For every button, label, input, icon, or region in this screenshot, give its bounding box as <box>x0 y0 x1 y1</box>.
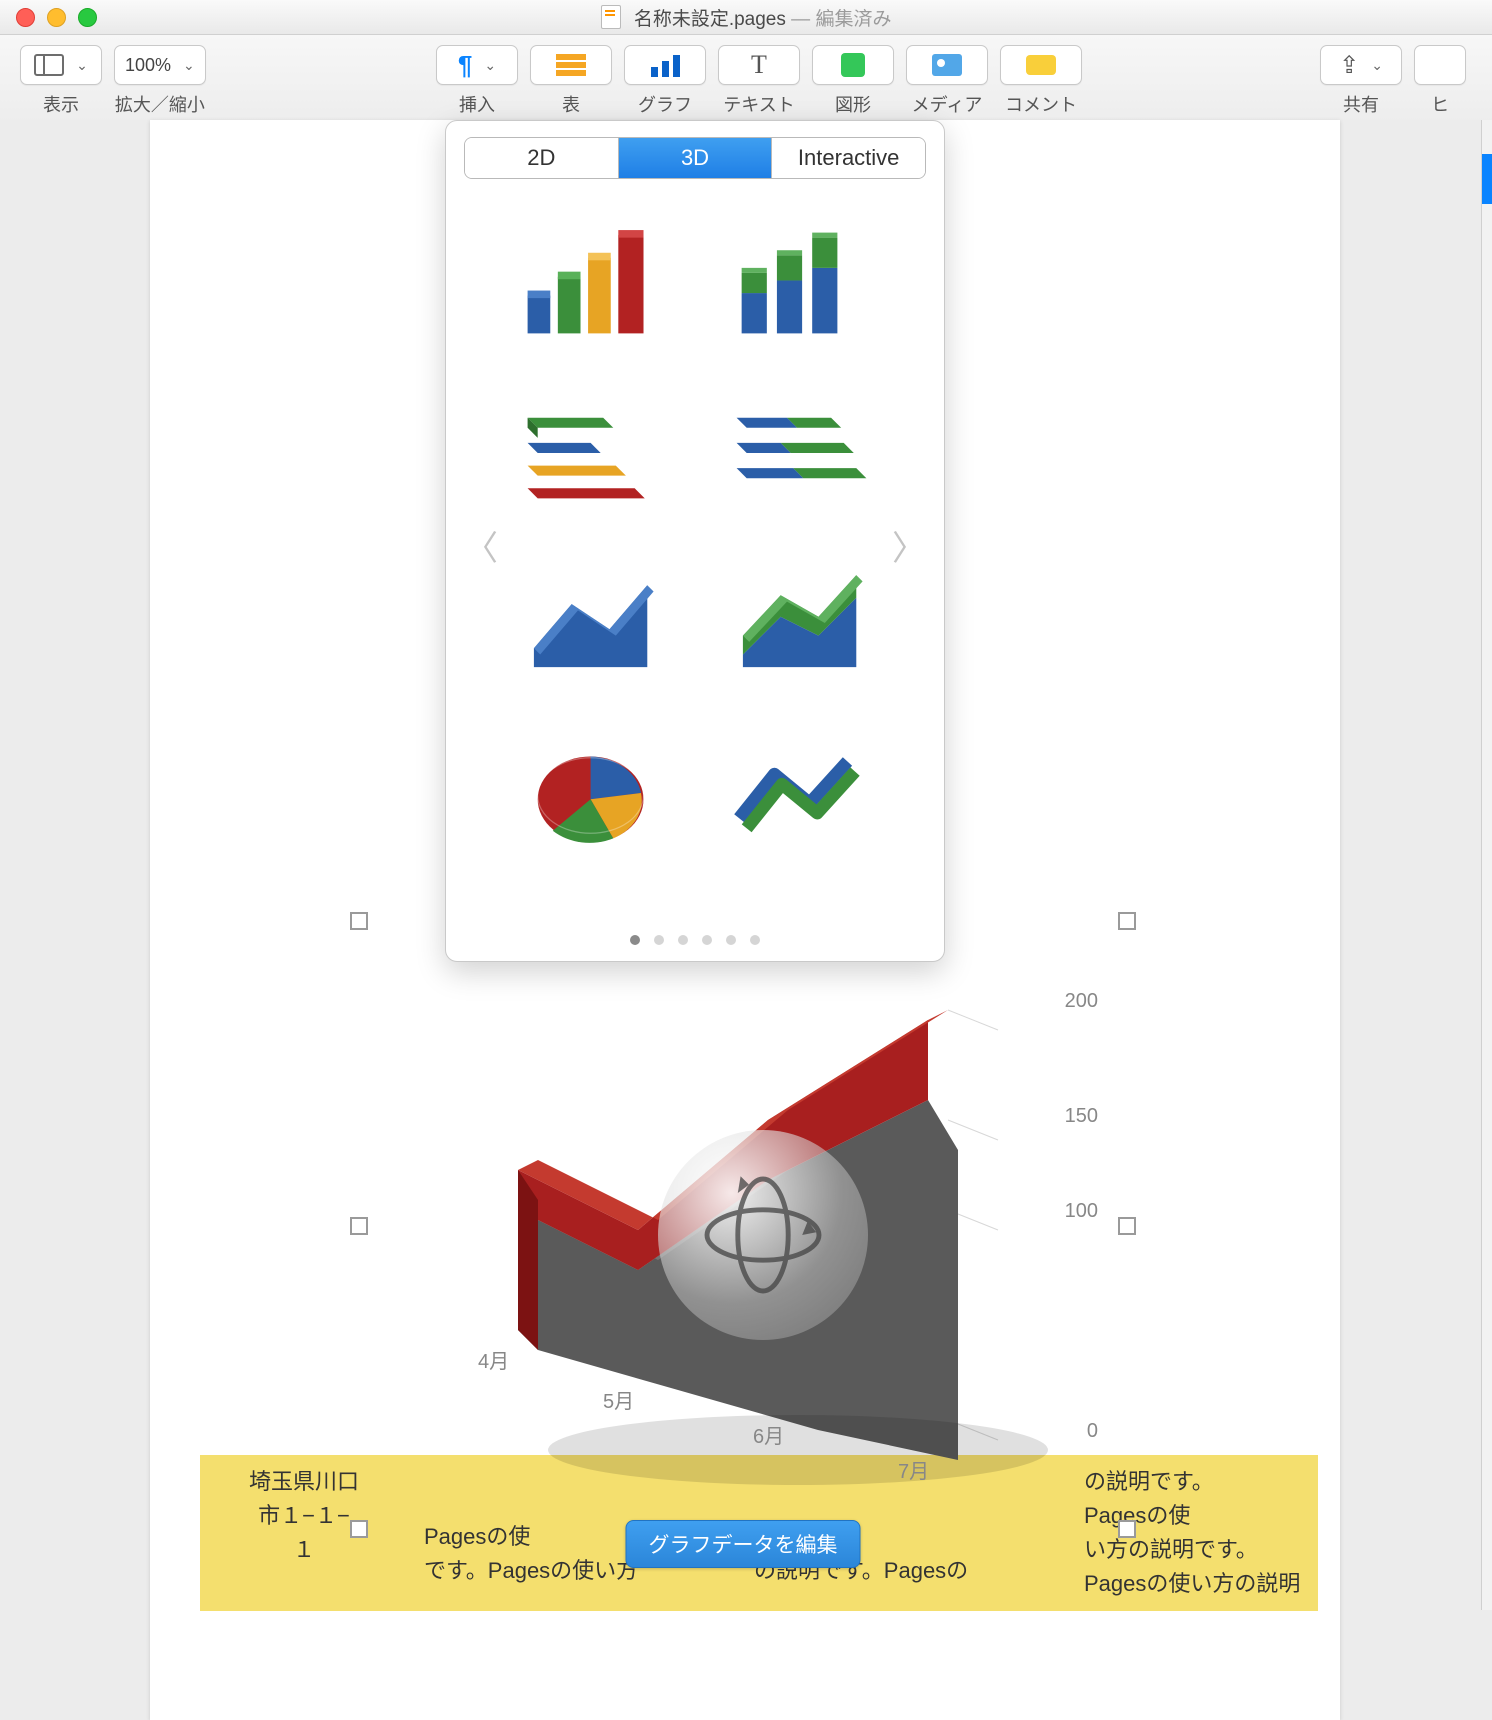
chart-type-3d-hstacked-bar[interactable] <box>705 383 894 523</box>
chart-type-popover: 2D 3D Interactive <box>445 120 945 962</box>
chart-type-3d-pie[interactable] <box>496 723 685 863</box>
body-text: い方の説明です。 <box>1084 1533 1304 1567</box>
chevron-down-icon: ⌄ <box>1371 57 1383 74</box>
chart-label: グラフ <box>638 91 692 117</box>
text-icon: T <box>751 50 767 80</box>
comment-label: コメント <box>1005 91 1077 117</box>
chart-popover-pager <box>446 935 944 945</box>
chevron-down-icon: ⌄ <box>484 57 496 74</box>
shape-button[interactable] <box>812 45 894 85</box>
chevron-down-icon: ⌄ <box>76 57 88 74</box>
x-axis-tick: 4月 <box>478 1345 509 1374</box>
zoom-button[interactable]: 100% ⌄ <box>114 45 206 85</box>
chart-type-3d-stacked-area[interactable] <box>705 553 894 693</box>
inspector-panel-edge[interactable] <box>1481 120 1492 1610</box>
x-axis-tick: 7月 <box>898 1455 929 1484</box>
tab-3d[interactable]: 3D <box>619 138 773 178</box>
document-edited-label: 編集済み <box>815 9 891 30</box>
pager-dot[interactable] <box>750 935 760 945</box>
document-title[interactable]: 名称未設定.pages <box>634 9 786 30</box>
x-axis-tick: 6月 <box>753 1420 784 1449</box>
pager-dot[interactable] <box>630 935 640 945</box>
share-label: 共有 <box>1343 91 1379 117</box>
share-icon: ⇪ <box>1339 51 1359 80</box>
chevron-down-icon: ⌄ <box>183 57 195 74</box>
y-axis-tick: 200 <box>1065 990 1098 1013</box>
body-text: Pagesの使い方の説明 <box>1084 1567 1304 1601</box>
view-icon <box>34 54 64 76</box>
pager-dot[interactable] <box>726 935 736 945</box>
resize-handle[interactable] <box>1118 1217 1136 1235</box>
document-icon <box>601 5 621 29</box>
table-label: 表 <box>562 91 580 117</box>
inspector-selected-tab-edge <box>1482 154 1492 204</box>
chart-type-3d-line[interactable] <box>705 723 894 863</box>
media-button[interactable] <box>906 45 988 85</box>
view-button[interactable]: ⌄ <box>20 45 102 85</box>
window-titlebar: 名称未設定.pages — 編集済み <box>0 0 1492 35</box>
chart-popover-prev[interactable]: 〈 <box>464 521 498 570</box>
toolbar: ⌄ 表示 100% ⌄ 拡大／縮小 ¶ ⌄ 挿入 表 <box>0 35 1492 132</box>
resize-handle[interactable] <box>1118 912 1136 930</box>
chart-type-3d-area[interactable] <box>496 553 685 693</box>
tab-2d[interactable]: 2D <box>465 138 619 178</box>
rotate-arrows-icon <box>693 1165 833 1305</box>
text-button[interactable]: T <box>718 45 800 85</box>
chart-object[interactable]: 200 150 100 0 4月 5月 6月 7月 <box>358 920 1128 1530</box>
table-button[interactable] <box>530 45 612 85</box>
insert-label: 挿入 <box>459 91 495 117</box>
tips-label: ヒ <box>1431 91 1449 117</box>
y-axis-tick: 0 <box>1087 1420 1098 1443</box>
bar-chart-icon <box>651 53 680 77</box>
pager-dot[interactable] <box>654 935 664 945</box>
shape-label: 図形 <box>835 91 871 117</box>
y-axis-tick: 100 <box>1065 1200 1098 1223</box>
chart-type-segmented: 2D 3D Interactive <box>464 137 926 179</box>
chart-type-3d-hbar[interactable] <box>496 383 685 523</box>
view-label: 表示 <box>43 91 79 117</box>
table-icon <box>556 54 586 76</box>
tips-button[interactable] <box>1414 45 1466 85</box>
insert-button[interactable]: ¶ ⌄ <box>436 45 518 85</box>
pager-dot[interactable] <box>702 935 712 945</box>
edit-chart-data-button[interactable]: グラフデータを編集 <box>626 1520 861 1568</box>
comment-button[interactable] <box>1000 45 1082 85</box>
text-label: テキスト <box>723 91 794 117</box>
media-icon <box>932 54 962 76</box>
chart-popover-next[interactable]: 〉 <box>892 521 926 570</box>
shape-icon <box>841 53 865 77</box>
rotate-3d-control[interactable] <box>658 1130 868 1340</box>
media-label: メディア <box>912 91 983 117</box>
zoom-value: 100% <box>125 55 171 76</box>
y-axis-tick: 150 <box>1065 1105 1098 1128</box>
chart-type-3d-bar[interactable] <box>496 213 685 353</box>
body-text: １ <box>214 1533 394 1567</box>
resize-handle[interactable] <box>350 1520 368 1538</box>
resize-handle[interactable] <box>350 912 368 930</box>
x-axis-tick: 5月 <box>603 1385 634 1414</box>
pilcrow-icon: ¶ <box>458 50 472 81</box>
chart-button[interactable] <box>624 45 706 85</box>
resize-handle[interactable] <box>1118 1520 1136 1538</box>
comment-icon <box>1026 55 1056 75</box>
share-button[interactable]: ⇪ ⌄ <box>1320 45 1402 85</box>
resize-handle[interactable] <box>350 1217 368 1235</box>
zoom-label: 拡大／縮小 <box>115 91 205 117</box>
tab-interactive[interactable]: Interactive <box>772 138 925 178</box>
chart-type-3d-stacked-bar[interactable] <box>705 213 894 353</box>
pager-dot[interactable] <box>678 935 688 945</box>
